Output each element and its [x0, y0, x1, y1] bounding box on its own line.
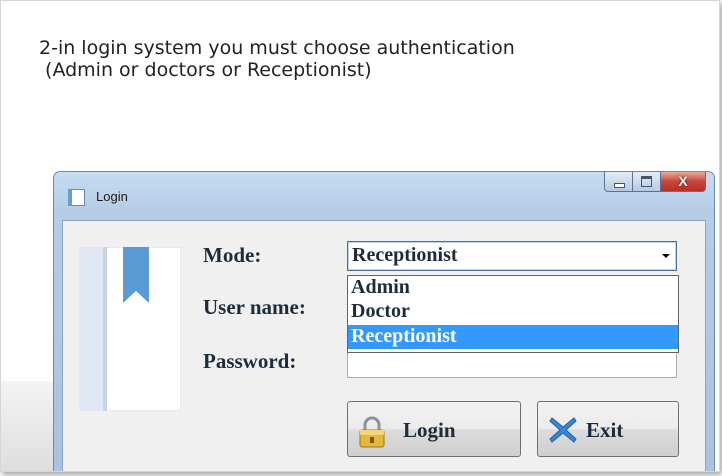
lock-icon: [359, 416, 385, 448]
window-title: Login: [96, 189, 128, 204]
mode-option-doctor[interactable]: Doctor: [348, 300, 678, 324]
login-button-label: Login: [403, 418, 456, 442]
x-mark-icon: [549, 417, 577, 443]
chevron-down-icon[interactable]: [662, 254, 670, 258]
window-client-area: Mode: User name: Password: Receptionist …: [62, 220, 706, 471]
mode-label: Mode:: [203, 243, 262, 267]
password-label: Password:: [203, 349, 297, 373]
caption-buttons: X: [604, 172, 706, 192]
caption: 2-in login system you must choose authen…: [39, 37, 515, 81]
mode-select-value: Receptionist: [352, 244, 458, 266]
mode-dropdown-list: Admin Doctor Receptionist: [347, 275, 679, 353]
caption-line-2: (Admin or doctors or Receptionist): [39, 59, 372, 81]
window-app-icon: [68, 189, 85, 206]
slide: 2-in login system you must choose authen…: [0, 0, 720, 472]
mode-option-receptionist[interactable]: Receptionist: [348, 325, 678, 349]
login-button[interactable]: Login: [347, 401, 521, 457]
bookmark-book-icon: [79, 247, 181, 411]
slide-shadow-decoration: [1, 381, 61, 471]
maximize-button[interactable]: [633, 172, 661, 192]
mode-select[interactable]: Receptionist: [347, 241, 677, 271]
username-label: User name:: [203, 295, 306, 319]
close-icon: X: [678, 173, 688, 189]
exit-button-label: Exit: [586, 418, 624, 442]
mode-option-admin[interactable]: Admin: [348, 276, 678, 300]
login-window: Login X Mode: User name: Password: Recep…: [53, 171, 715, 471]
exit-button[interactable]: Exit: [537, 401, 679, 457]
caption-line-1: 2-in login system you must choose authen…: [39, 37, 515, 59]
minimize-button[interactable]: [604, 172, 633, 192]
close-button[interactable]: X: [661, 172, 706, 192]
title-bar[interactable]: Login X: [54, 172, 714, 222]
